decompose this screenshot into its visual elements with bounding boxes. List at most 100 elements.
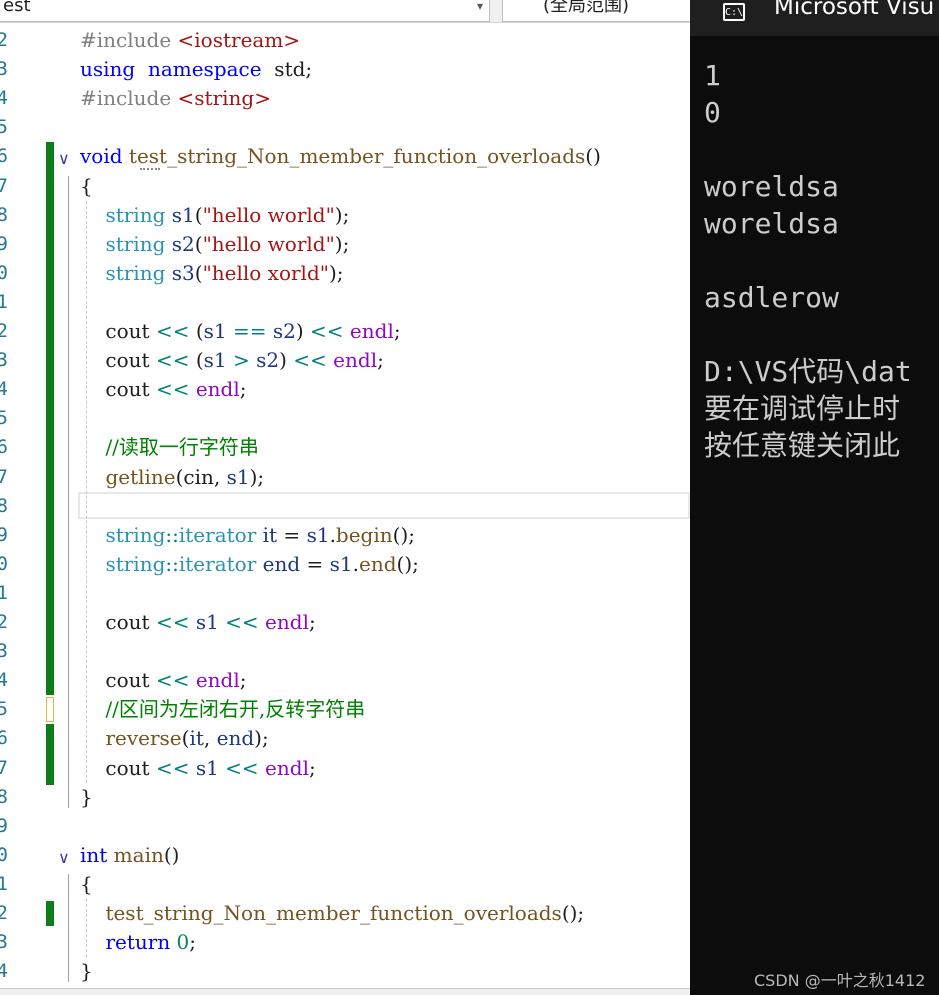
console-title-bar[interactable]: C:\ Microsoft Visu <box>690 0 939 36</box>
code-line[interactable]: 5 //区间为左闭右开,反转字符串 <box>0 695 690 724</box>
code-line[interactable]: 9 string::iterator it = s1.begin(); <box>0 521 690 550</box>
code-line[interactable]: 4 cout << endl; <box>0 375 690 404</box>
code-line[interactable]: 0 int main() <box>0 841 690 870</box>
code-token: } <box>80 959 93 984</box>
code-token: << <box>155 377 190 402</box>
code-token: s1 <box>226 464 250 489</box>
line-number: 2 <box>0 29 8 51</box>
code-line[interactable]: 6 void test_string_Non_member_function_ov… <box>0 142 690 171</box>
code-line[interactable]: 8 string s1("hello world"); <box>0 201 690 230</box>
line-number: 3 <box>0 349 8 372</box>
code-line[interactable]: 0 string s3("hello xorld"); <box>0 259 690 288</box>
code-token: (cin, <box>175 464 227 489</box>
code-line[interactable]: 7 cout << s1 << endl; <box>0 754 690 783</box>
line-number: 5 <box>0 116 8 139</box>
code-text: cout << s1 << endl; <box>80 608 315 637</box>
code-line[interactable]: 2 #include <iostream> <box>0 26 690 55</box>
code-token: << <box>225 610 259 634</box>
code-token: string <box>105 522 166 547</box>
code-line[interactable]: 1{ <box>0 870 690 899</box>
code-token: endl <box>258 755 309 780</box>
member-dropdown[interactable]: (全局范围) <box>502 0 690 22</box>
code-token: #include <box>80 28 178 52</box>
code-token: cout <box>80 668 156 693</box>
code-line[interactable]: 1 <box>0 288 690 317</box>
code-token: s1 <box>203 348 227 373</box>
code-text: //读取一行字符串 <box>80 433 258 462</box>
code-line[interactable]: 9 string s2("hello world"); <box>0 230 690 259</box>
code-line[interactable]: 2 cout << s1 << endl; <box>0 608 690 637</box>
code-text: cout << (s1 > s2) << endl; <box>80 346 383 375</box>
scope-dropdown[interactable]: est ▾ <box>0 0 490 22</box>
line-number: 8 <box>0 203 8 226</box>
code-line[interactable]: 4} <box>0 957 690 986</box>
code-token: { <box>80 173 93 198</box>
code-text: string::iterator end = s1.end(); <box>80 550 418 579</box>
code-token: ) <box>279 348 294 373</box>
code-token: (); <box>561 901 585 925</box>
code-token: << <box>225 755 259 780</box>
code-line[interactable]: 9 <box>0 812 690 841</box>
code-token: { <box>80 871 93 896</box>
code-line[interactable]: 3 <box>0 637 690 666</box>
editor-navigation-bar: est ▾ (全局范围) <box>0 0 690 23</box>
console-line: 按任意键关闭此 <box>704 429 901 462</box>
code-token: ) <box>295 319 311 343</box>
code-line[interactable]: 6 reverse(it, end); <box>0 724 690 753</box>
line-number: 7 <box>0 756 8 779</box>
fold-collapse-icon[interactable]: ∨ <box>58 144 76 173</box>
code-token: () <box>163 842 180 867</box>
code-line[interactable]: 7{ <box>0 172 690 201</box>
line-number: 1 <box>0 581 8 604</box>
line-number: 2 <box>0 902 8 924</box>
code-line[interactable]: 4 #include <string> <box>0 84 690 113</box>
code-token: string <box>105 551 166 576</box>
code-token: << <box>310 319 344 343</box>
code-token: #include <box>80 86 178 111</box>
code-token: s1 <box>306 522 330 547</box>
line-number: 1 <box>0 290 8 313</box>
code-line[interactable]: 2 test_string_Non_member_function_overlo… <box>0 899 690 928</box>
code-line[interactable]: 0 string::iterator end = s1.end(); <box>0 550 690 579</box>
line-number: 9 <box>0 814 8 837</box>
line-number: 8 <box>0 785 8 808</box>
code-token: ; <box>239 668 247 693</box>
code-line[interactable]: 8} <box>0 783 690 812</box>
code-token: cout <box>80 348 156 373</box>
code-token: ; <box>393 319 401 343</box>
code-line[interactable]: 5 <box>0 404 690 433</box>
console-line: D:\VS代码\dat <box>704 355 912 388</box>
line-number: 4 <box>0 960 8 983</box>
code-line[interactable]: 3 cout << (s1 > s2) << endl; <box>0 346 690 375</box>
code-token: s1 <box>203 319 227 343</box>
code-line[interactable]: 1 <box>0 579 690 608</box>
code-line[interactable]: 4 cout << endl; <box>0 666 690 695</box>
code-token: endl <box>189 377 240 402</box>
code-text: return 0; <box>80 928 196 957</box>
code-line[interactable]: 3 return 0; <box>0 928 690 957</box>
code-token: string <box>105 231 166 256</box>
console-line: asdlerow <box>704 281 839 314</box>
code-token: 0 <box>170 930 190 955</box>
console-title: Microsoft Visu <box>774 0 935 20</box>
console-window[interactable]: C:\ Microsoft Visu 1 0 woreldsa woreldsa asd… <box>690 0 939 995</box>
code-line[interactable]: 6 //读取一行字符串 <box>0 433 690 462</box>
code-token: == <box>226 319 273 343</box>
fold-collapse-icon[interactable]: ∨ <box>58 843 76 872</box>
code-line[interactable]: 5 <box>0 113 690 142</box>
code-token: it <box>256 522 278 547</box>
code-token: iterator <box>178 522 257 547</box>
code-line[interactable]: 7 getline(cin, s1); <box>0 463 690 492</box>
watermark: CSDN @一叶之秋1412 <box>754 971 926 990</box>
chevron-down-icon[interactable]: ▾ <box>477 0 483 17</box>
code-text: test_string_Non_member_function_overload… <box>80 899 584 928</box>
console-line: woreldsa <box>704 170 839 203</box>
line-number: 0 <box>0 552 8 575</box>
line-number: 4 <box>0 87 8 110</box>
code-line[interactable]: 2 cout << (s1 == s2) << endl; <box>0 317 690 346</box>
line-number: 8 <box>0 494 8 517</box>
fold-scope-line <box>68 873 69 983</box>
code-token: test_string_Non_member_function_overload… <box>105 901 562 925</box>
code-line[interactable]: 3 using namespace std; <box>0 55 690 84</box>
code-editor[interactable]: est ▾ (全局范围) 2 #include <iostream> 3 using … <box>0 0 690 995</box>
